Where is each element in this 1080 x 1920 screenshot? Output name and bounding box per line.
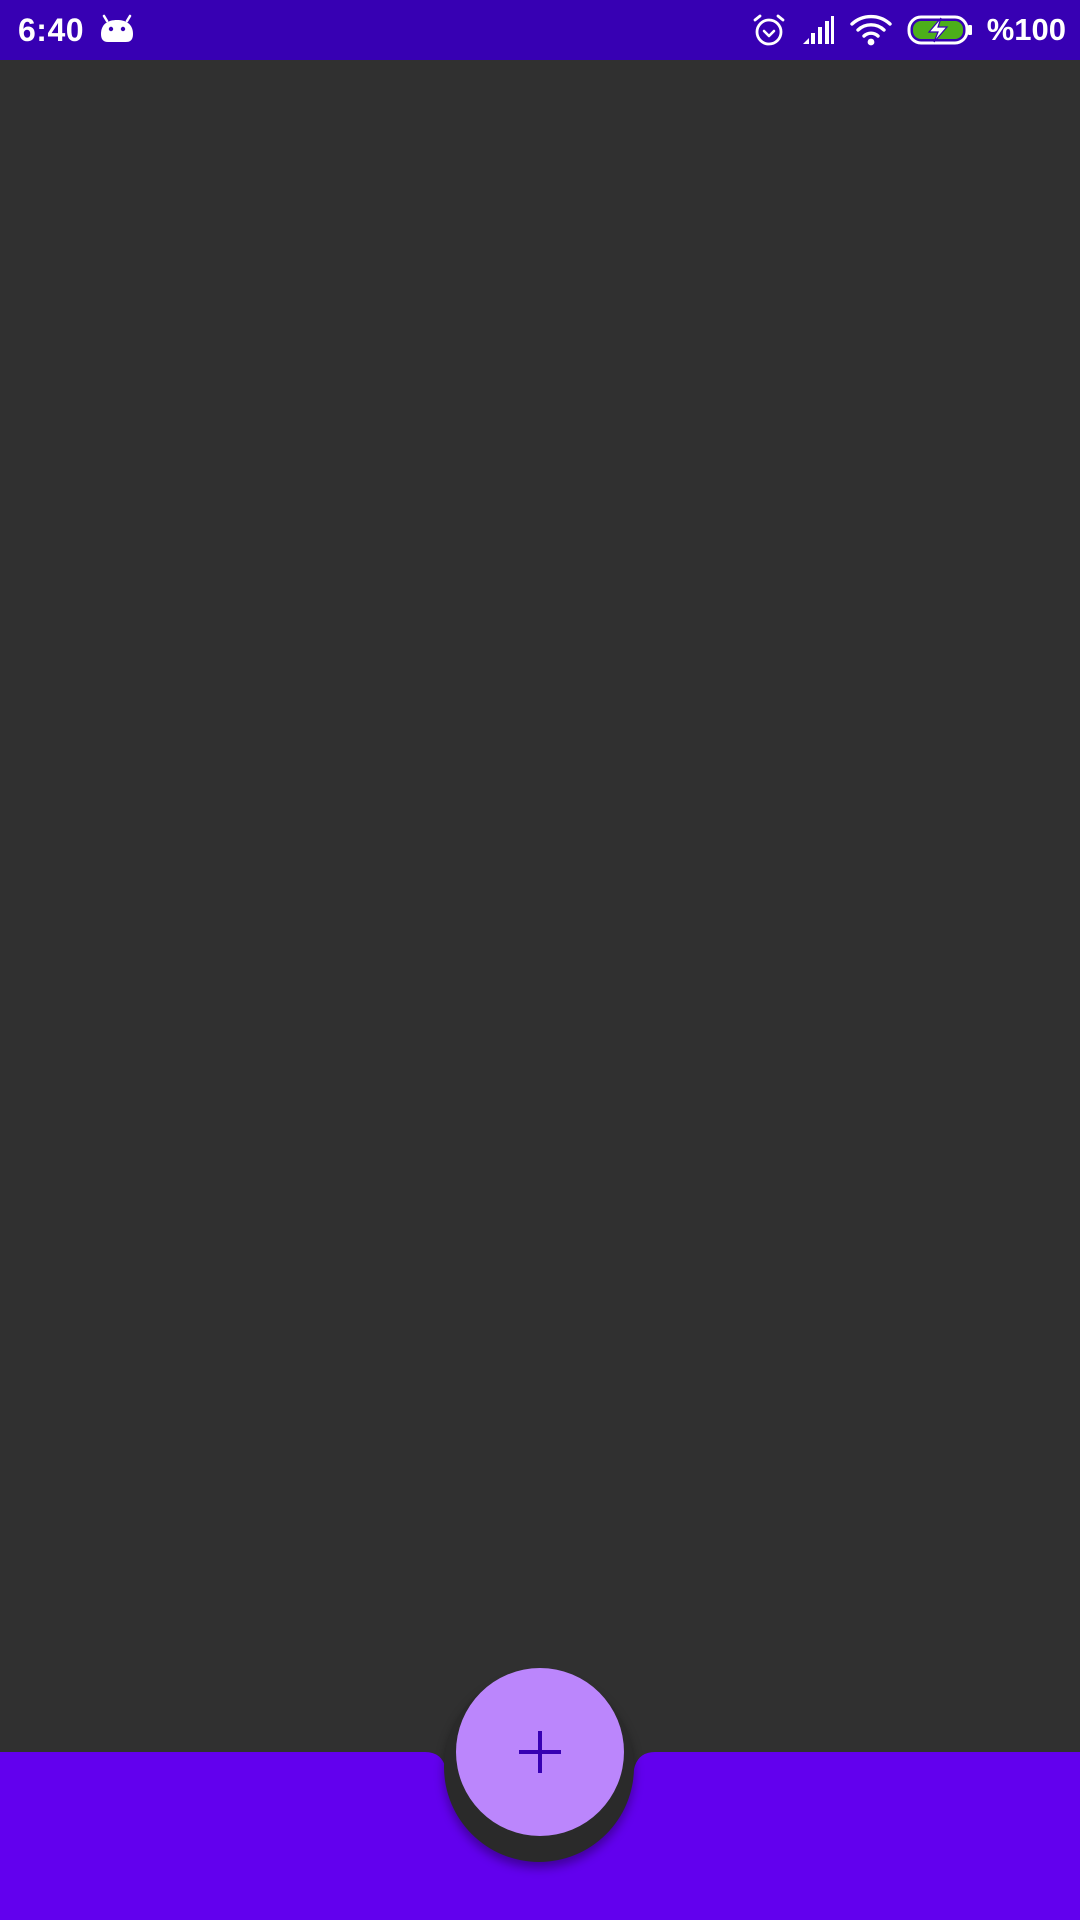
status-time: 6:40: [18, 12, 85, 48]
signal-icon: [802, 16, 834, 44]
alarm-icon: [753, 14, 785, 46]
add-fab-button[interactable]: [456, 1668, 624, 1836]
main-content: [0, 60, 1080, 1752]
status-bar: 6:40 %100: [0, 0, 1080, 60]
add-icon: [519, 1731, 561, 1773]
wifi-icon: [850, 14, 892, 46]
status-icons: %100: [751, 0, 1066, 60]
battery-percentage: %100: [986, 12, 1066, 47]
android-icon: [101, 14, 133, 42]
battery-charging-icon: [907, 15, 972, 45]
app-screen: 6:40 %100: [0, 0, 1080, 1920]
